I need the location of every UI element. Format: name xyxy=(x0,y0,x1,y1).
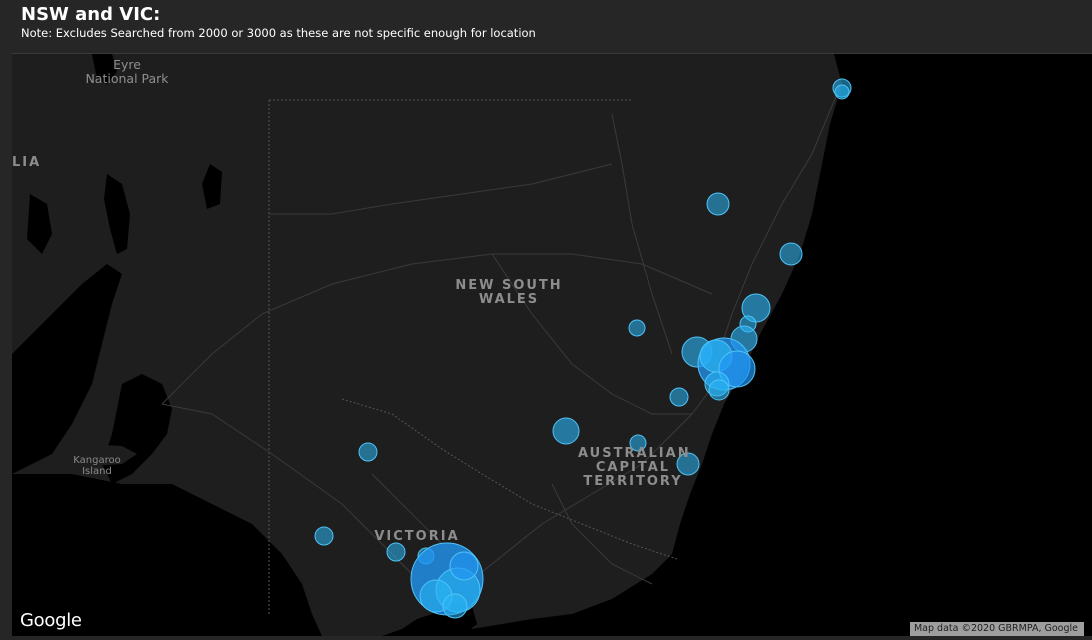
label-nsw-line1: NEW SOUTH xyxy=(455,278,563,293)
bubble-port-macquarie xyxy=(779,242,803,266)
label-kangaroo-line2: Island xyxy=(82,466,112,477)
map-canvas[interactable]: Eyre National Park LIA NEW SOUTH WALES A… xyxy=(12,53,1092,636)
label-kangaroo-island: Kangaroo Island xyxy=(67,455,127,477)
label-act-line1: AUSTRALIAN xyxy=(578,446,691,461)
page-title: NSW and VIC: xyxy=(21,4,161,25)
bubble-geelong xyxy=(442,593,468,619)
bubble-dubbo xyxy=(628,319,646,337)
header: NSW and VIC: Note: Excludes Searched fro… xyxy=(0,0,1092,52)
bubble-north-coast-2 xyxy=(834,84,850,100)
label-nsw-line2: WALES xyxy=(478,292,540,307)
bubble-horsham xyxy=(314,526,334,546)
bubble-mildura xyxy=(358,442,378,462)
label-victoria: VICTORIA xyxy=(374,529,460,544)
google-logo[interactable]: Google xyxy=(20,610,82,631)
bubble-armidale xyxy=(706,192,730,216)
bubble-ballarat xyxy=(386,542,406,562)
label-act-line2: CAPITAL xyxy=(595,460,671,475)
label-sa-fragment: LIA xyxy=(12,155,42,170)
bubble-wollongong xyxy=(708,379,730,401)
label-park-line1: Eyre xyxy=(113,57,141,72)
page-note: Note: Excludes Searched from 2000 or 300… xyxy=(21,26,536,40)
map-svg xyxy=(12,54,852,636)
map-attribution[interactable]: Map data ©2020 GBRMPA, Google xyxy=(909,622,1084,636)
bubble-bowral xyxy=(669,387,689,407)
label-act: AUSTRALIAN CAPITAL TERRITORY xyxy=(578,446,691,489)
label-park-line2: National Park xyxy=(85,71,169,86)
label-nsw: NEW SOUTH WALES xyxy=(452,279,566,307)
bubble-wagga xyxy=(552,417,580,445)
label-kangaroo-line1: Kangaroo xyxy=(73,455,121,466)
label-park: Eyre National Park xyxy=(82,58,172,86)
bubble-melbourne-4 xyxy=(449,551,479,581)
label-act-line3: TERRITORY xyxy=(583,474,683,489)
